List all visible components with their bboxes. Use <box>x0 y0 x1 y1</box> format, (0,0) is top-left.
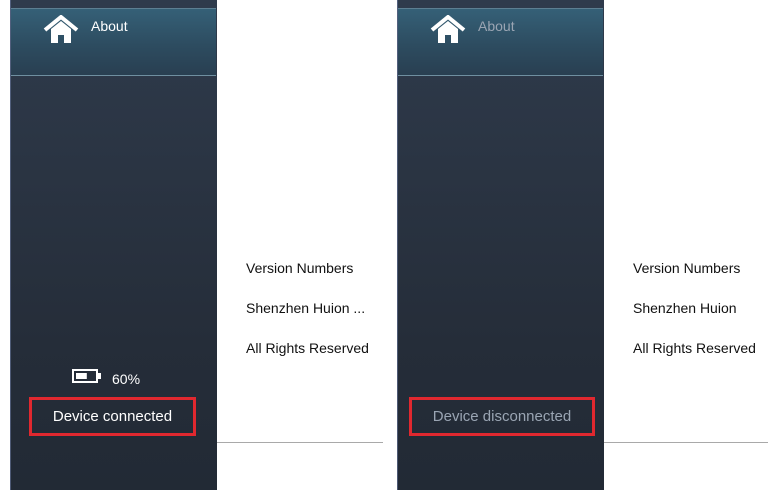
copyright: All Rights Reserved <box>633 340 756 356</box>
company-name: Shenzhen Huion ... <box>246 300 366 316</box>
home-icon <box>430 14 466 50</box>
company-name: Shenzhen Huion <box>633 300 737 316</box>
about-panel-connected: About 60% Device connected Version Numbe… <box>10 0 383 490</box>
sidebar-item-about[interactable]: About <box>11 8 216 76</box>
sidebar-item-about[interactable]: About <box>398 8 603 76</box>
sidebar-item-label: About <box>478 18 515 34</box>
about-panel-disconnected: About Device disconnected Version Number… <box>397 0 768 490</box>
version-number: Version Numbers <box>633 260 741 276</box>
copyright: All Rights Reserved <box>246 340 369 356</box>
sidebar: About 60% Device connected <box>10 0 217 490</box>
device-status: Device connected <box>29 397 196 436</box>
device-status: Device disconnected <box>409 397 595 436</box>
about-info: Version Numbers Shenzhen Huion ... All R… <box>246 258 369 378</box>
about-info: Version Numbers Shenzhen Huion All Right… <box>633 258 756 378</box>
sidebar: About Device disconnected <box>397 0 604 490</box>
battery-indicator: 60% <box>72 369 140 388</box>
battery-icon <box>72 369 102 388</box>
battery-percent: 60% <box>112 370 141 387</box>
sidebar-item-label: About <box>91 18 128 34</box>
device-status-label: Device disconnected <box>432 408 572 425</box>
divider <box>217 442 383 443</box>
version-number: Version Numbers <box>246 260 354 276</box>
device-status-label: Device connected <box>52 408 173 425</box>
divider <box>604 442 768 443</box>
home-icon <box>43 14 79 50</box>
